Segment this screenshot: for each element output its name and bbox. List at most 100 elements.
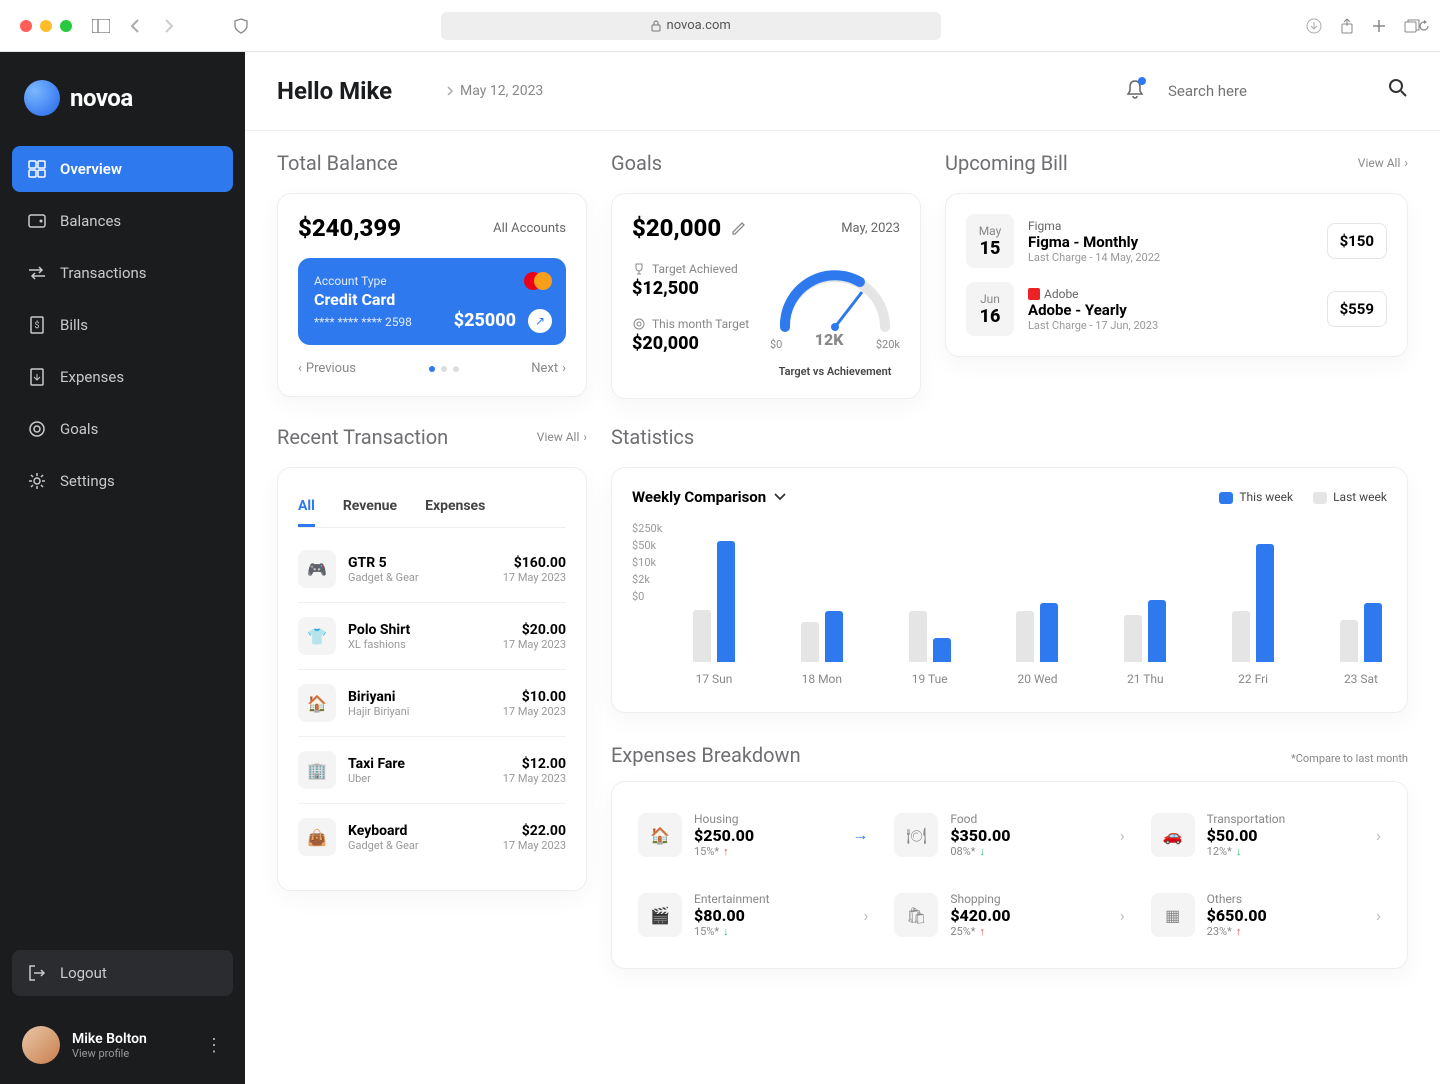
- url-bar[interactable]: novoa.com: [441, 12, 941, 40]
- bar-group: [1119, 600, 1171, 662]
- expense-item[interactable]: 🚗 Transportation $50.00 12%* ↓ ›: [1145, 802, 1387, 868]
- recent-section: Recent Transaction View All › All Revenu…: [277, 425, 587, 969]
- tab-all[interactable]: All: [298, 488, 315, 527]
- sidebar-item-expenses[interactable]: Expenses: [12, 354, 233, 400]
- x-label: 17 Sun: [688, 672, 740, 686]
- expense-item[interactable]: 🍽 Food $350.00 08%* ↓ ›: [888, 802, 1130, 868]
- expense-icon: 🍽: [894, 813, 938, 857]
- sidebar-item-bills[interactable]: $ Bills: [12, 302, 233, 348]
- maximize-window[interactable]: [60, 20, 72, 32]
- expense-item[interactable]: 🛍 Shopping $420.00 25%* ↑ ›: [888, 882, 1130, 948]
- expense-icon: 🚗: [1151, 813, 1195, 857]
- pager-next[interactable]: Next ›: [531, 361, 566, 376]
- tx-amount: $12.00: [503, 756, 566, 772]
- acct-balance: $25000: [454, 310, 516, 331]
- expenses-note: *Compare to last month: [1291, 752, 1408, 765]
- sidebar-item-goals[interactable]: Goals: [12, 406, 233, 452]
- edit-goal-icon[interactable]: [731, 214, 747, 242]
- sidebar-item-balances[interactable]: Balances: [12, 198, 233, 244]
- sidebar-item-overview[interactable]: Overview: [12, 146, 233, 192]
- tx-item[interactable]: 👜 KeyboardGadget & Gear $22.0017 May 202…: [298, 804, 566, 870]
- tx-date: 17 May 2023: [503, 638, 566, 651]
- share-icon[interactable]: [1340, 18, 1354, 34]
- sidebar-toggle-icon[interactable]: [92, 19, 110, 33]
- x-label: 19 Tue: [904, 672, 956, 686]
- brand-logo[interactable]: novoa: [12, 80, 233, 146]
- tx-amount: $20.00: [503, 622, 566, 638]
- stats-dropdown[interactable]: Weekly Comparison: [632, 488, 786, 506]
- tx-item[interactable]: 👕 Polo ShirtXL fashions $20.0017 May 202…: [298, 603, 566, 670]
- sidebar-item-transactions[interactable]: Transactions: [12, 250, 233, 296]
- url-host: novoa.com: [667, 18, 731, 33]
- arrow-right-icon[interactable]: ›: [1376, 906, 1381, 925]
- bills-title: Upcoming Bill: [945, 151, 1068, 175]
- bill-item[interactable]: May15 FigmaFigma - MonthlyLast Charge - …: [966, 214, 1387, 268]
- gauge-min: $0: [770, 338, 782, 351]
- arrow-right-icon[interactable]: →: [852, 825, 868, 845]
- logout-button[interactable]: Logout: [12, 950, 233, 996]
- tx-item[interactable]: 🏠 BiriyaniHajir Biriyani $10.0017 May 20…: [298, 670, 566, 737]
- trophy-icon: [632, 262, 646, 276]
- x-label: 18 Mon: [796, 672, 848, 686]
- expense-icon: 🎬: [638, 893, 682, 937]
- expense-amount: $350.00: [950, 826, 1010, 845]
- search-input[interactable]: [1168, 76, 1408, 106]
- sidebar-item-settings[interactable]: Settings: [12, 458, 233, 504]
- minimize-window[interactable]: [40, 20, 52, 32]
- expense-icon: [28, 368, 46, 386]
- sidebar-item-label: Overview: [60, 160, 122, 178]
- bill-item[interactable]: Jun16 AdobeAdobe - YearlyLast Charge - 1…: [966, 282, 1387, 336]
- expense-item[interactable]: 🎬 Entertainment $80.00 15%* ↓ ›: [632, 882, 874, 948]
- close-window[interactable]: [20, 20, 32, 32]
- arrow-right-icon[interactable]: ›: [1120, 906, 1125, 925]
- weekly-chart: $250k$50k$10k$2k$0 17 Sun18 Mon19 Tue20 …: [632, 522, 1387, 692]
- tab-expenses[interactable]: Expenses: [425, 488, 485, 527]
- x-label: 22 Fri: [1227, 672, 1279, 686]
- account-card[interactable]: Account Type Credit Card **** **** **** …: [298, 258, 566, 345]
- tx-name: GTR 5: [348, 555, 419, 571]
- expense-item[interactable]: 🏠 Housing $250.00 15%* ↑ →: [632, 802, 874, 868]
- bill-name: Figma - Monthly: [1028, 233, 1313, 251]
- logout-icon: [28, 964, 46, 982]
- arrow-right-icon[interactable]: ›: [1376, 826, 1381, 845]
- profile-row[interactable]: Mike Bolton View profile ⋮: [12, 1026, 233, 1064]
- all-accounts-link[interactable]: All Accounts: [493, 221, 566, 236]
- download-icon[interactable]: [1306, 18, 1322, 34]
- search-icon[interactable]: [1388, 78, 1408, 102]
- sidebar-item-label: Transactions: [60, 264, 147, 282]
- recent-view-all[interactable]: View All ›: [537, 430, 587, 444]
- receipt-icon: $: [28, 316, 46, 334]
- page-header: Hello Mike May 12, 2023: [245, 52, 1440, 131]
- bill-company: Figma: [1028, 219, 1313, 233]
- bill-date: May15: [966, 214, 1014, 268]
- expense-item[interactable]: ▦ Others $650.00 23%* ↑ ›: [1145, 882, 1387, 948]
- tab-revenue[interactable]: Revenue: [343, 488, 397, 527]
- adobe-icon: [1028, 288, 1040, 300]
- pager-prev[interactable]: ‹ Previous: [298, 361, 356, 376]
- new-tab-icon[interactable]: [1372, 18, 1386, 34]
- chevron-down-icon: [774, 493, 786, 501]
- chart-legend: This week Last week: [1219, 490, 1387, 504]
- arrow-right-icon[interactable]: ›: [1120, 826, 1125, 845]
- arrow-right-icon[interactable]: ›: [864, 906, 869, 925]
- open-account-icon[interactable]: ↗: [528, 309, 552, 333]
- bill-company: Adobe: [1028, 287, 1313, 301]
- profile-sub: View profile: [72, 1047, 147, 1060]
- tx-item[interactable]: 🎮 GTR 5Gadget & Gear $160.0017 May 2023: [298, 536, 566, 603]
- expense-amount: $420.00: [950, 906, 1010, 925]
- more-icon[interactable]: ⋮: [205, 1035, 223, 1056]
- bills-view-all[interactable]: View All ›: [1358, 156, 1408, 170]
- tx-item[interactable]: 🏢 Taxi FareUber $12.0017 May 2023: [298, 737, 566, 804]
- greeting: Hello Mike: [277, 77, 392, 105]
- bar-last: [909, 611, 927, 662]
- back-icon[interactable]: [130, 19, 142, 33]
- bill-sub: Last Charge - 17 Jun, 2023: [1028, 319, 1313, 332]
- grid-icon: [28, 160, 46, 178]
- reload-icon[interactable]: [1418, 20, 1430, 32]
- notification-bell[interactable]: [1126, 79, 1144, 103]
- notification-dot: [1138, 77, 1146, 85]
- gear-icon: [28, 472, 46, 490]
- forward-icon[interactable]: [162, 19, 174, 33]
- target-value: $20,000: [632, 333, 754, 354]
- shield-icon[interactable]: [234, 18, 248, 34]
